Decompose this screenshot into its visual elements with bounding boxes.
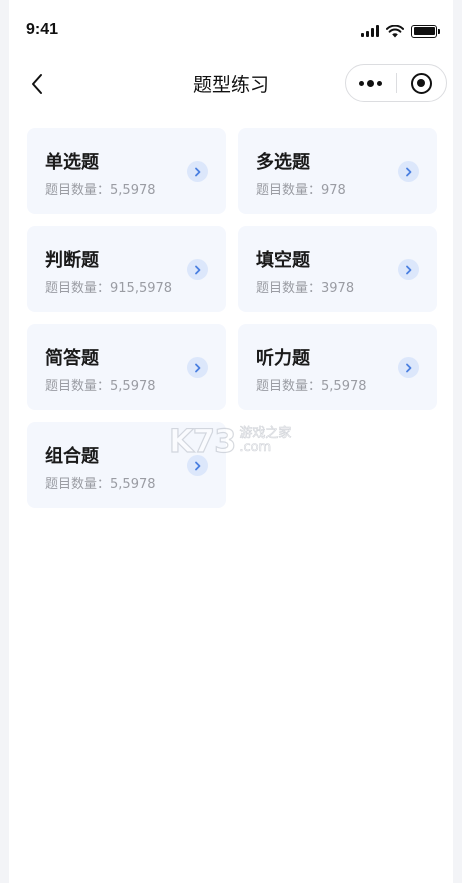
status-icons xyxy=(361,24,440,38)
watermark-logo: K73 xyxy=(168,421,237,460)
signal-icon xyxy=(361,25,379,37)
card-single-choice[interactable]: 单选题 题目数量：5,5978 xyxy=(27,128,226,214)
card-title: 填空题 xyxy=(256,250,310,271)
card-title: 多选题 xyxy=(256,152,310,173)
card-count: 题目数量：915,5978 xyxy=(45,281,173,296)
watermark: K73 游戏之家 .com xyxy=(168,421,292,460)
chevron-right-icon xyxy=(398,357,419,378)
wifi-icon xyxy=(386,24,404,37)
card-count: 题目数量：5,5978 xyxy=(45,379,156,394)
mini-program-capsule xyxy=(345,64,447,102)
chevron-right-icon xyxy=(187,259,208,280)
card-count: 题目数量：3978 xyxy=(256,281,355,296)
more-dots-icon xyxy=(359,79,383,87)
card-title: 单选题 xyxy=(45,152,99,173)
watermark-domain: .com xyxy=(239,440,272,455)
chevron-right-icon xyxy=(398,259,419,280)
card-true-false[interactable]: 判断题 题目数量：915,5978 xyxy=(27,226,226,312)
card-fill-blank[interactable]: 填空题 题目数量：3978 xyxy=(238,226,437,312)
card-multiple-choice[interactable]: 多选题 题目数量：978 xyxy=(238,128,437,214)
card-title: 组合题 xyxy=(45,446,99,467)
battery-icon xyxy=(411,24,440,38)
card-count: 题目数量：978 xyxy=(256,183,346,198)
card-title: 简答题 xyxy=(45,348,99,369)
chevron-left-icon xyxy=(32,74,42,94)
card-short-answer[interactable]: 简答题 题目数量：5,5978 xyxy=(27,324,226,410)
card-count: 题目数量：5,5978 xyxy=(45,183,156,198)
close-button[interactable] xyxy=(396,65,446,101)
card-title: 判断题 xyxy=(45,250,99,271)
target-circle-icon xyxy=(410,72,432,94)
chevron-right-icon xyxy=(187,161,208,182)
chevron-right-icon xyxy=(398,161,419,182)
phone-screen: 9:41 题型练习 单选题 题目数量：5,5978 多选题 题目数量：978 判… xyxy=(9,0,453,883)
status-bar: 9:41 xyxy=(9,0,453,52)
status-time: 9:41 xyxy=(26,21,59,38)
more-button[interactable] xyxy=(346,65,396,101)
card-count: 题目数量：5,5978 xyxy=(45,477,156,492)
watermark-cn: 游戏之家 xyxy=(239,426,292,441)
card-count: 题目数量：5,5978 xyxy=(256,379,367,394)
nav-bar: 题型练习 xyxy=(9,52,453,116)
card-title: 听力题 xyxy=(256,348,310,369)
chevron-right-icon xyxy=(187,357,208,378)
watermark-text: 游戏之家 .com xyxy=(239,426,292,455)
card-listening[interactable]: 听力题 题目数量：5,5978 xyxy=(238,324,437,410)
back-button[interactable] xyxy=(23,70,51,98)
